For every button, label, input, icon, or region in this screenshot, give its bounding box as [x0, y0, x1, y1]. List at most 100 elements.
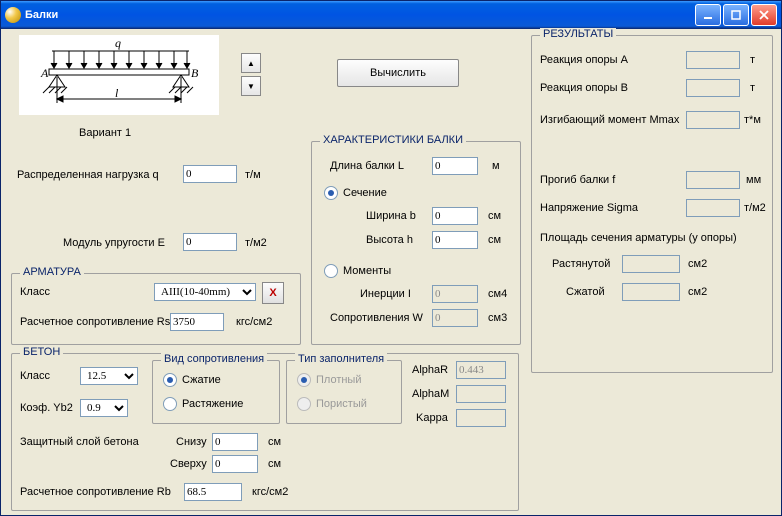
load-q-label: Распределенная нагрузка q [17, 169, 159, 181]
concrete-class-label: Класс [20, 370, 50, 382]
resist-compression-radio[interactable]: Сжатие [163, 373, 221, 387]
area-compress-output [622, 283, 680, 301]
mmax-output [686, 111, 740, 129]
rebar-group: АРМАТУРА Класс AIII(10-40mm) X Расчетное… [11, 273, 301, 345]
modulus-e-input[interactable] [183, 233, 237, 251]
variant-label: Вариант 1 [79, 127, 131, 139]
beam-width-label: Ширина b [366, 210, 416, 222]
concrete-rb-label: Расчетное сопротивление Rb [20, 486, 171, 498]
rebar-class-select[interactable]: AIII(10-40mm) [154, 283, 256, 301]
reaction-b-label: Реакция опоры B [540, 82, 628, 94]
rebar-caption: АРМАТУРА [20, 266, 84, 278]
alphar-output [456, 361, 506, 379]
area-tension-unit: см2 [688, 258, 707, 270]
filler-dense-radio: Плотный [297, 373, 362, 387]
sigma-unit: т/м2 [744, 202, 766, 214]
deflection-label: Прогиб балки f [540, 174, 615, 186]
main-window: Балки q [0, 0, 782, 516]
cover-top-label: Сверху [170, 458, 207, 470]
resist-tension-radio[interactable]: Растяжение [163, 397, 243, 411]
cover-label: Защитный слой бетона [20, 436, 139, 448]
beam-len-label: Длина балки L [330, 160, 404, 172]
deflection-output [686, 171, 740, 189]
beam-height-input[interactable] [432, 231, 478, 249]
calculate-button[interactable]: Вычислить [337, 59, 459, 87]
beam-modulus-input [432, 309, 478, 327]
beam-group: ХАРАКТЕРИСТИКИ БАЛКИ Длина балки L м Сеч… [311, 141, 521, 345]
spinner-down-button[interactable]: ▼ [241, 76, 261, 96]
section-radio[interactable]: Сечение [324, 186, 387, 200]
resist-caption: Вид сопротивления [161, 353, 267, 365]
concrete-yb2-select[interactable]: 0.9 [80, 399, 128, 417]
beam-len-unit: м [492, 160, 500, 172]
filler-subgroup: Тип заполнителя Плотный Пористый [286, 360, 402, 424]
kappa-label: Kappa [416, 412, 448, 424]
calculate-button-label: Вычислить [370, 67, 426, 79]
beam-diagram: q [19, 35, 219, 115]
close-button[interactable] [751, 4, 777, 26]
moments-radio[interactable]: Моменты [324, 264, 391, 278]
rebar-rs-label: Расчетное сопротивление Rs [20, 316, 170, 328]
area-compress-label: Сжатой [566, 286, 605, 298]
concrete-rb-input[interactable] [184, 483, 242, 501]
cover-bottom-input[interactable] [212, 433, 258, 451]
minimize-button[interactable] [695, 4, 721, 26]
sigma-output [686, 199, 740, 217]
reaction-a-output [686, 51, 740, 69]
modulus-e-unit: т/м2 [245, 237, 267, 249]
app-icon [5, 7, 21, 23]
beam-width-unit: см [488, 210, 501, 222]
concrete-caption: БЕТОН [20, 346, 63, 358]
diagram-q-label: q [115, 36, 121, 50]
beam-caption: ХАРАКТЕРИСТИКИ БАЛКИ [320, 134, 466, 146]
filler-porous-radio: Пористый [297, 397, 367, 411]
rebar-delete-button[interactable]: X [262, 282, 284, 304]
titlebar: Балки [1, 1, 781, 29]
load-q-input[interactable] [183, 165, 237, 183]
alpham-output [456, 385, 506, 403]
reaction-b-output [686, 79, 740, 97]
deflection-unit: мм [746, 174, 761, 186]
concrete-class-select[interactable]: 12.5 [80, 367, 138, 385]
concrete-group: БЕТОН Класс 12.5 Коэф. Yb2 0.9 Вид сопро… [11, 353, 519, 511]
reaction-a-label: Реакция опоры A [540, 54, 628, 66]
cover-bottom-unit: см [268, 436, 281, 448]
rebar-rs-input[interactable] [170, 313, 224, 331]
alpham-label: AlphaM [412, 388, 449, 400]
beam-len-input[interactable] [432, 157, 478, 175]
concrete-yb2-label: Коэф. Yb2 [20, 402, 73, 414]
diagram-b-label: B [191, 66, 199, 80]
maximize-button[interactable] [723, 4, 749, 26]
beam-modulus-label: Сопротивления W [330, 312, 423, 324]
concrete-rb-unit: кгс/см2 [252, 486, 288, 498]
resist-subgroup: Вид сопротивления Сжатие Растяжение [152, 360, 280, 424]
cover-bottom-label: Снизу [176, 436, 207, 448]
diagram-a-label: A [40, 66, 49, 80]
area-label: Площадь сечения арматуры (у опоры) [540, 232, 737, 244]
cover-top-input[interactable] [212, 455, 258, 473]
diagram-l-label: l [115, 86, 119, 100]
reaction-b-unit: т [750, 82, 755, 94]
cover-top-unit: см [268, 458, 281, 470]
mmax-label: Изгибающий момент Mmax [540, 114, 679, 126]
spinner-up-button[interactable]: ▲ [241, 53, 261, 73]
beam-inertia-input [432, 285, 478, 303]
beam-inertia-unit: см4 [488, 288, 507, 300]
kappa-output [456, 409, 506, 427]
reaction-a-unit: т [750, 54, 755, 66]
beam-inertia-label: Инерции I [360, 288, 411, 300]
beam-width-input[interactable] [432, 207, 478, 225]
load-q-unit: т/м [245, 169, 261, 181]
beam-modulus-unit: см3 [488, 312, 507, 324]
results-group: РЕЗУЛЬТАТЫ Реакция опоры A т Реакция опо… [531, 35, 773, 373]
alphar-label: AlphaR [412, 364, 448, 376]
area-compress-unit: см2 [688, 286, 707, 298]
mmax-unit: т*м [744, 114, 761, 126]
modulus-e-label: Модуль упругости E [63, 237, 165, 249]
variant-spinner: ▲ ▼ [241, 53, 261, 99]
beam-height-unit: см [488, 234, 501, 246]
rebar-class-label: Класс [20, 286, 50, 298]
filler-caption: Тип заполнителя [295, 353, 387, 365]
rebar-rs-unit: кгс/см2 [236, 316, 272, 328]
window-title: Балки [25, 9, 693, 21]
